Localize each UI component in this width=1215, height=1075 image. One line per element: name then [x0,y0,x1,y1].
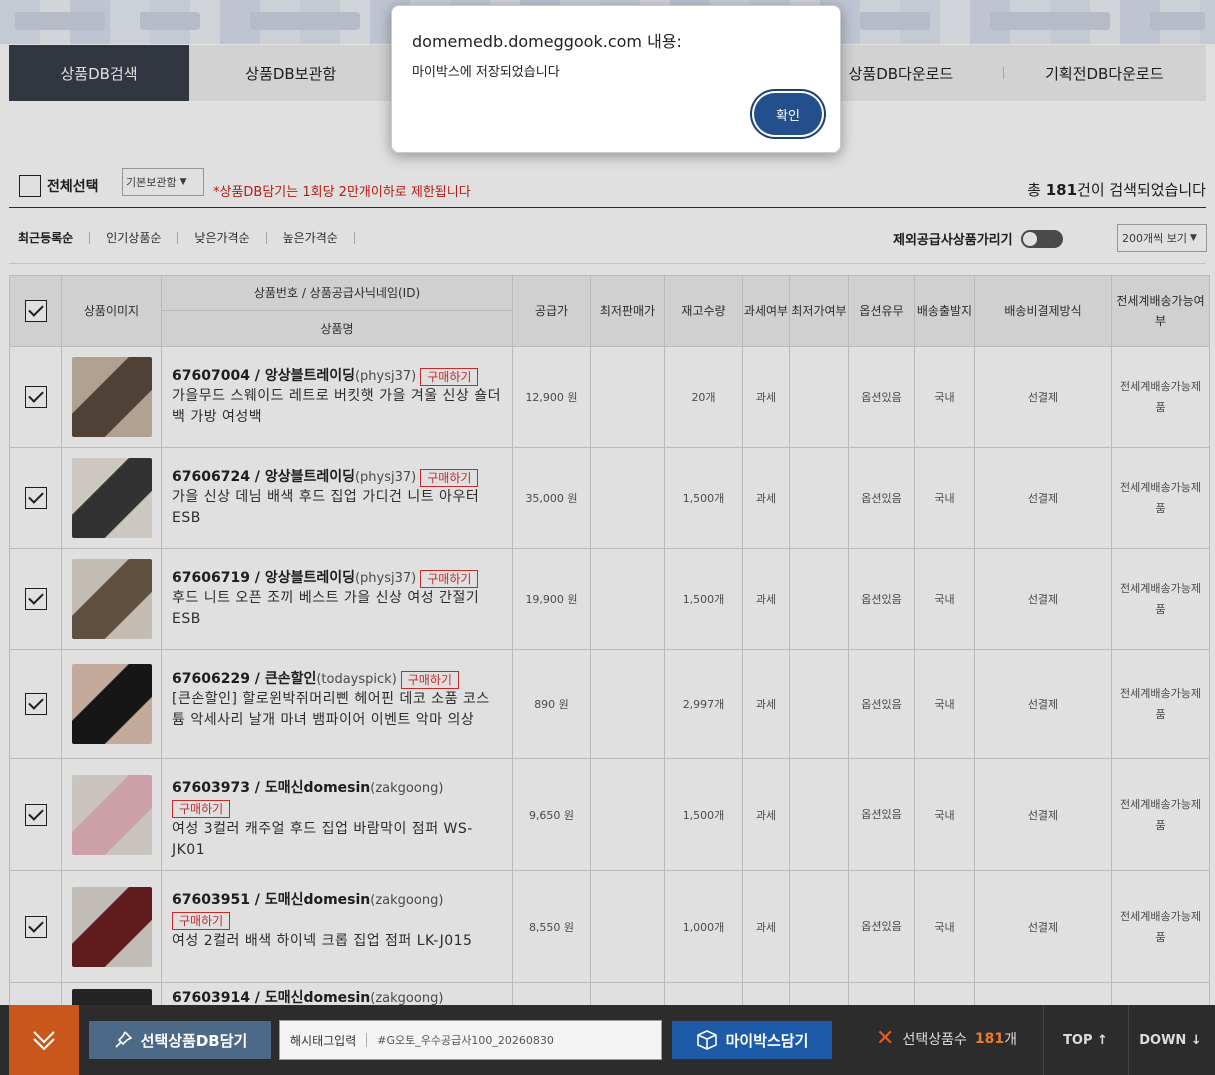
double-chevron-down-icon [33,1031,55,1051]
collapse-button[interactable] [9,1005,79,1075]
pin-icon [115,1031,133,1048]
add-selected-db-button[interactable]: 선택상품DB담기 [89,1021,271,1059]
alert-dialog: domemedb.domeggook.com 내용: 마이박스에 저장되었습니다… [391,5,841,153]
selected-count: ✕ 선택상품수 181 개 [876,1026,1017,1051]
hashtag-value: #G오토_우수공급사100_20260830 [377,1034,554,1047]
hashtag-input[interactable]: 해시태그입력 #G오토_우수공급사100_20260830 [279,1020,662,1060]
box-icon [696,1030,717,1050]
dialog-message: 마이박스에 저장되었습니다 [412,65,560,80]
add-to-mybox-button[interactable]: 마이박스담기 [672,1021,832,1059]
modal-backdrop [0,0,1215,1075]
scroll-top-button[interactable]: TOP ↑ [1043,1005,1127,1075]
dialog-ok-button[interactable]: 확인 [754,93,822,135]
dialog-title: domemedb.domeggook.com 내용: [412,32,682,51]
scroll-down-button[interactable]: DOWN ↓ [1128,1005,1212,1075]
close-icon[interactable]: ✕ [876,1028,894,1050]
bottom-action-bar: 선택상품DB담기 해시태그입력 #G오토_우수공급사100_20260830 마… [0,1005,1215,1075]
